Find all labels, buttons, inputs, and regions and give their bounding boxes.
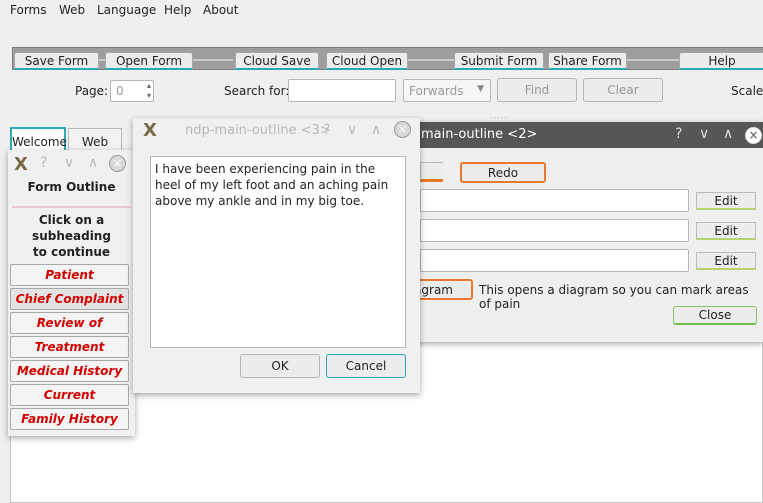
window-titlebar[interactable]: main-outline <2> ? ∨ ∧ × [395, 122, 763, 148]
clear-button[interactable]: Clear [583, 78, 663, 102]
help-icon[interactable]: ? [323, 122, 330, 138]
find-button[interactable]: Find [497, 78, 577, 102]
divider [12, 206, 131, 208]
dialog-title: ndp-main-outline <3> [185, 123, 331, 138]
undo-button-edge[interactable] [420, 162, 443, 182]
minimize-icon[interactable]: ∨ [699, 126, 709, 142]
cloud-open-button[interactable]: Cloud Open [326, 52, 408, 70]
instruction-line: Click on a [38, 213, 105, 227]
page-label: Page: [75, 84, 109, 98]
edit-button-1[interactable]: Edit [696, 192, 756, 210]
save-form-button[interactable]: Save Form [14, 52, 99, 70]
submit-form-button[interactable]: Submit Form [454, 52, 544, 70]
share-form-button[interactable]: Share Form [548, 52, 627, 70]
menu-bar: Forms Web Language Help About [0, 0, 763, 21]
redo-button[interactable]: Redo [460, 162, 546, 183]
outline-medical-history[interactable]: Medical History [10, 360, 129, 382]
maximize-icon[interactable]: ∧ [371, 122, 381, 138]
text-field-1[interactable] [420, 189, 689, 212]
close-icon[interactable]: × [394, 121, 411, 138]
direction-value: Forwards [409, 84, 464, 98]
instruction-line: subheading [32, 229, 111, 243]
instruction-line: to continue [32, 245, 111, 259]
maximize-icon[interactable]: ∧ [88, 155, 98, 171]
minimize-icon[interactable]: ∨ [347, 122, 357, 138]
scale-label: Scale [731, 84, 763, 98]
outline-patient-information[interactable]: Patient Information [10, 264, 129, 302]
chevron-down-icon: ▼ [477, 84, 484, 94]
outline-review-of-symptoms[interactable]: Review of Symptoms [10, 312, 129, 350]
complaint-dialog: X ndp-main-outline <3> ? ∨ ∧ × I have be… [133, 118, 420, 393]
menu-about[interactable]: About [203, 3, 238, 17]
close-icon[interactable]: × [745, 127, 762, 144]
outline-current-medications[interactable]: Current Medications [10, 384, 129, 422]
window-title: main-outline <2> [421, 127, 538, 142]
form-outline-window: X ? ∨ ∧ × Form Outline Click on a subhea… [8, 150, 135, 436]
spin-arrows-icon[interactable]: ▴ ▾ [147, 81, 151, 101]
edit-button-2[interactable]: Edit [696, 222, 756, 240]
page-value: 0 [116, 84, 124, 98]
outline-instruction: Click on a subheading to continue [8, 212, 135, 260]
open-form-button[interactable]: Open Form [105, 52, 193, 70]
help-icon[interactable]: ? [40, 155, 47, 171]
page-spinbox[interactable]: 0 ▴ ▾ [110, 80, 154, 102]
toolbar-separator [193, 59, 233, 61]
direction-select[interactable]: Forwards ▼ [403, 79, 491, 102]
text-field-3[interactable] [420, 249, 689, 272]
menu-help[interactable]: Help [164, 3, 191, 17]
menu-forms[interactable]: Forms [10, 3, 46, 17]
close-icon[interactable]: × [109, 155, 126, 172]
x-logo-icon: X [14, 154, 28, 175]
menu-language[interactable]: Language [97, 3, 156, 17]
search-input[interactable] [288, 79, 396, 102]
main-outline-window: main-outline <2> ? ∨ ∧ × Redo Edit Edit … [395, 122, 763, 342]
main-toolbar: Save Form Open Form Cloud Save Cloud Ope… [12, 47, 763, 70]
help-button[interactable]: Help [679, 52, 763, 70]
menu-web[interactable]: Web [59, 3, 85, 17]
text-field-2[interactable] [420, 219, 689, 242]
help-icon[interactable]: ? [675, 126, 682, 142]
edit-button-3[interactable]: Edit [696, 252, 756, 270]
toolbar-separator [408, 59, 454, 61]
x-logo-icon: X [143, 120, 157, 141]
toolbar-separator [627, 59, 679, 61]
splitter-handle[interactable]: ..... [490, 111, 508, 120]
complaint-textarea[interactable]: I have been experiencing pain in the hee… [150, 156, 406, 348]
cancel-button[interactable]: Cancel [326, 354, 406, 378]
outline-title: Form Outline [27, 180, 116, 194]
outline-chief-complaint[interactable]: Chief Complaint [10, 288, 129, 310]
outline-treatment-history[interactable]: Treatment History [10, 336, 129, 374]
search-label: Search for: [224, 84, 290, 98]
minimize-icon[interactable]: ∨ [64, 155, 74, 171]
ok-button[interactable]: OK [240, 354, 320, 378]
outline-family-history[interactable]: Family History [10, 408, 129, 430]
close-button[interactable]: Close [673, 306, 757, 325]
cloud-save-button[interactable]: Cloud Save [235, 52, 319, 70]
maximize-icon[interactable]: ∧ [723, 126, 733, 142]
